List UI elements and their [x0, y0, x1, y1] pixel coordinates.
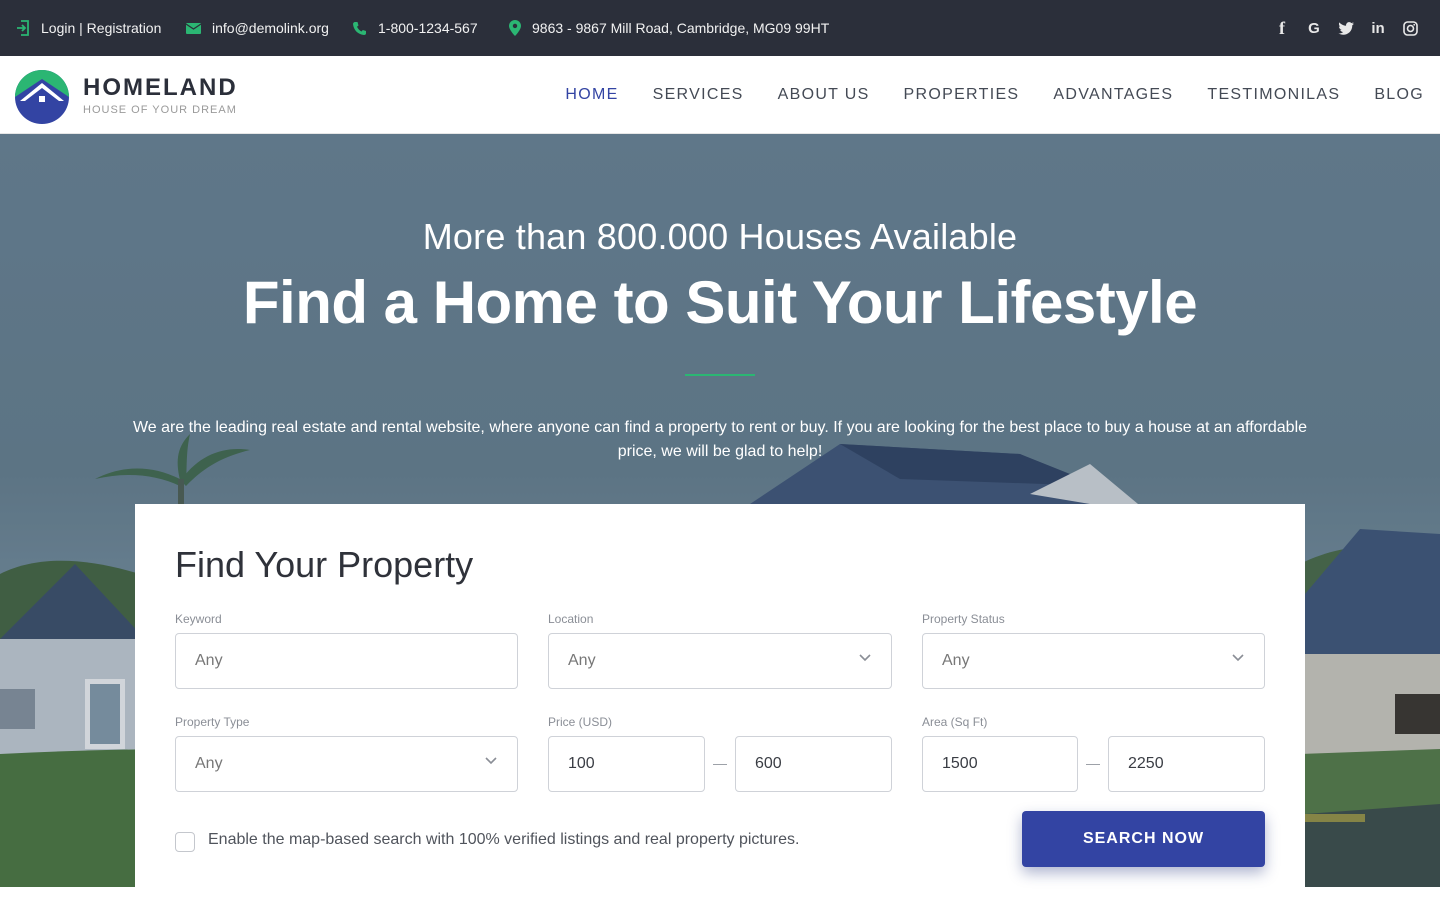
location-label: Location — [548, 612, 594, 626]
hero-description: We are the leading real estate and renta… — [132, 419, 1308, 460]
price-min-value: 100 — [568, 755, 595, 772]
search-now-button[interactable]: SEARCH NOW — [1022, 811, 1265, 867]
price-range-dash — [713, 764, 727, 765]
nav-about-us[interactable]: ABOUT US — [778, 86, 870, 104]
area-label: Area (Sq Ft) — [922, 715, 988, 729]
main-nav: HOME SERVICES ABOUT US PROPERTIES ADVANT… — [531, 56, 1424, 134]
area-max-input[interactable]: 2250 — [1108, 736, 1265, 792]
area-max-value: 2250 — [1128, 755, 1164, 772]
property-status-value: Any — [942, 652, 970, 669]
hero-divider — [685, 374, 755, 376]
location-value: Any — [568, 652, 596, 669]
brand-name: HOMELAND — [83, 74, 238, 101]
top-bar: Login | Registration info@demolink.org 1… — [0, 0, 1440, 56]
login-registration-link[interactable]: Login | Registration — [16, 0, 161, 56]
property-type-select[interactable]: Any — [175, 736, 518, 792]
map-search-checkbox[interactable] — [175, 832, 195, 852]
linkedin-icon[interactable]: in — [1362, 0, 1394, 56]
brand-tagline: HOUSE OF YOUR DREAM — [83, 104, 237, 116]
property-status-select[interactable]: Any — [922, 633, 1265, 689]
twitter-icon[interactable] — [1330, 0, 1362, 56]
property-search-form: Find Your Property Keyword Location Prop… — [135, 504, 1305, 900]
address-label: 9863 - 9867 Mill Road, Cambridge, MG09 9… — [532, 20, 830, 36]
facebook-icon[interactable]: f — [1266, 0, 1298, 56]
nav-blog[interactable]: BLOG — [1374, 86, 1424, 104]
keyword-input[interactable]: Any — [175, 633, 518, 689]
hero-subtitle: More than 800.000 Houses Available — [422, 216, 1018, 257]
phone-label: 1-800-1234-567 — [378, 20, 478, 36]
price-label: Price (USD) — [548, 715, 613, 729]
homeland-logo-icon[interactable] — [14, 69, 70, 125]
envelope-icon — [186, 23, 201, 34]
nav-services[interactable]: SERVICES — [653, 86, 744, 104]
brand[interactable]: HOMELAND HOUSE OF YOUR DREAM — [83, 74, 238, 117]
chevron-down-icon — [485, 757, 497, 765]
area-range-dash — [1086, 764, 1100, 765]
keyword-label: Keyword — [175, 612, 222, 626]
nav-home[interactable]: HOME — [565, 86, 618, 104]
location-pin-icon — [509, 20, 521, 36]
address-item: 9863 - 9867 Mill Road, Cambridge, MG09 9… — [509, 0, 829, 56]
nav-properties[interactable]: PROPERTIES — [904, 86, 1020, 104]
login-icon — [17, 20, 29, 36]
nav-testimonials[interactable]: TESTIMONILAS — [1207, 86, 1340, 104]
property-type-label: Property Type — [175, 715, 250, 729]
price-max-value: 600 — [755, 755, 782, 772]
google-icon[interactable]: G — [1298, 0, 1330, 56]
map-search-checkbox-label[interactable]: Enable the map-based search with 100% ve… — [208, 831, 799, 849]
price-min-input[interactable]: 100 — [548, 736, 705, 792]
chevron-down-icon — [859, 654, 871, 662]
phone-icon — [353, 21, 366, 35]
keyword-placeholder: Any — [195, 652, 223, 669]
property-type-value: Any — [195, 755, 223, 772]
instagram-icon[interactable] — [1394, 0, 1426, 56]
area-min-value: 1500 — [942, 755, 978, 772]
location-select[interactable]: Any — [548, 633, 892, 689]
phone-link[interactable]: 1-800-1234-567 — [352, 0, 478, 56]
property-status-label: Property Status — [922, 612, 1005, 626]
hero-title: Find a Home to Suit Your Lifestyle — [242, 269, 1198, 336]
nav-advantages[interactable]: ADVANTAGES — [1053, 86, 1173, 104]
login-label: Login | Registration — [41, 20, 162, 36]
price-max-input[interactable]: 600 — [735, 736, 892, 792]
search-form-title: Find Your Property — [175, 544, 474, 585]
area-min-input[interactable]: 1500 — [922, 736, 1078, 792]
site-header: HOMELAND HOUSE OF YOUR DREAM HOME SERVIC… — [0, 56, 1440, 134]
email-label: info@demolink.org — [212, 20, 329, 36]
social-links: f G in — [1266, 0, 1426, 56]
email-link[interactable]: info@demolink.org — [186, 0, 329, 56]
chevron-down-icon — [1232, 654, 1244, 662]
